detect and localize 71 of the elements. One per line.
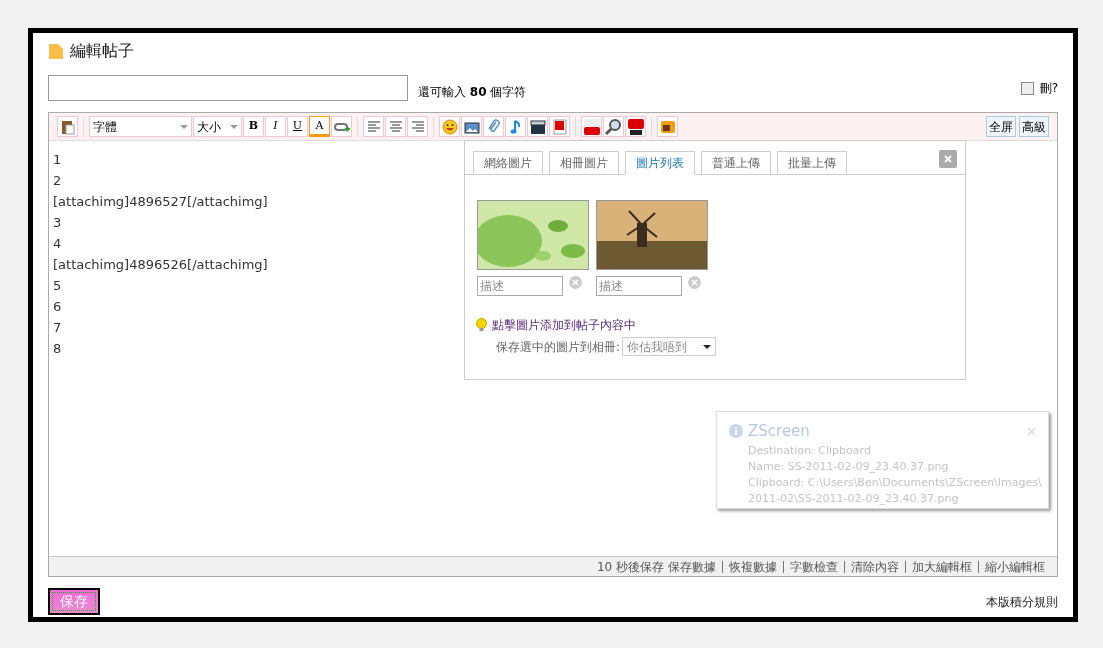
status-link[interactable]: 保存數據 — [668, 557, 716, 576]
close-button[interactable] — [939, 150, 957, 168]
lightbulb-icon — [476, 318, 487, 332]
font-dropdown[interactable]: 字體 — [89, 116, 192, 137]
editor-text-line: 1 — [53, 151, 62, 169]
link-icon[interactable] — [331, 116, 352, 137]
editor-text-line: [attachimg]4896527[/attachimg] — [53, 193, 268, 211]
music-note-icon[interactable] — [505, 116, 526, 137]
notification-text: Clipboard: C:\Users\Ben\Documents\ZScreen\Images\ — [747, 474, 1042, 491]
info-icon — [729, 424, 743, 439]
notification-text: 2011-02\SS-2011-02-09_23.40.37.png — [747, 490, 959, 507]
status-link[interactable]: 清除內容 — [851, 557, 899, 576]
advanced-button[interactable]: 高級 — [1019, 116, 1049, 137]
rules-link[interactable]: 本版積分規則 — [986, 592, 1058, 611]
notification-text: Destination: Clipboard — [747, 442, 871, 459]
description-field[interactable]: 描述 — [477, 276, 563, 296]
image-icon[interactable] — [461, 116, 482, 137]
paste-icon[interactable] — [57, 116, 78, 137]
close-icon — [943, 154, 953, 164]
description-field[interactable]: 描述 — [596, 276, 682, 296]
editor-text-line: 7 — [53, 319, 62, 337]
status-link[interactable]: 加大編輯框 — [912, 557, 972, 576]
video-logo-icon[interactable] — [581, 116, 602, 137]
magnifier-icon[interactable] — [603, 116, 624, 137]
panel-tab[interactable]: 網絡圖片 — [473, 151, 543, 175]
autosave-text: 10 秒後保存 — [596, 558, 664, 576]
delete-checkbox[interactable] — [1020, 81, 1034, 95]
status-link[interactable]: 字數檢查 — [790, 557, 838, 576]
align-center-icon[interactable] — [385, 116, 406, 137]
windmill-photo[interactable] — [596, 200, 708, 270]
leaves-photo[interactable] — [477, 200, 589, 270]
fullscreen-button[interactable]: 全屏 — [986, 116, 1016, 137]
editor-text-line: 8 — [53, 340, 62, 358]
editor-text-line: 3 — [53, 214, 62, 232]
hint-text: 點擊圖片添加到帖子內容中 — [492, 317, 636, 334]
editor-text-line: 4 — [53, 235, 62, 253]
align-right-icon[interactable] — [407, 116, 428, 137]
window-icon[interactable] — [657, 116, 678, 137]
editor-text-line: 2 — [53, 172, 62, 190]
caret-icon — [230, 124, 238, 129]
align-left-icon[interactable] — [363, 116, 384, 137]
flash-icon[interactable] — [549, 116, 570, 137]
editor-text-line: 5 — [53, 277, 62, 295]
delete-label: 刪? — [1039, 80, 1058, 97]
caret-icon — [180, 124, 188, 129]
panel-tab[interactable]: 批量上傳 — [777, 151, 847, 175]
italic-button[interactable]: I — [265, 116, 286, 137]
size-dropdown[interactable]: 大小 — [193, 116, 242, 137]
panel-tab[interactable]: 圖片列表 — [625, 151, 695, 175]
editor-text-line: 6 — [53, 298, 62, 316]
notification-title: ZScreen — [748, 421, 810, 442]
status-link[interactable]: 恢複數據 — [729, 557, 777, 576]
bold-button[interactable]: B — [243, 116, 264, 137]
subject-field[interactable] — [48, 75, 408, 101]
panel-tab[interactable]: 普通上傳 — [701, 151, 771, 175]
document-icon — [48, 42, 64, 60]
notification-text: Name: SS-2011-02-09_23.40.37.png — [747, 458, 949, 475]
album-dropdown[interactable]: 你估我唔到 — [622, 337, 717, 356]
underline-button[interactable]: U — [287, 116, 308, 137]
panel-tab[interactable]: 相冊圖片 — [549, 151, 619, 175]
editor-text-line: [attachimg]4896526[/attachimg] — [53, 256, 268, 274]
page-title: 編輯帖子 — [70, 40, 134, 62]
character-counter: 還可輸入 80 個字符 — [418, 84, 527, 101]
film-clapper-icon[interactable] — [527, 116, 548, 137]
video-hd-icon[interactable] — [625, 116, 646, 137]
paperclip-icon[interactable] — [483, 116, 504, 137]
album-label: 保存選中的圖片到相冊: — [496, 338, 621, 356]
status-link[interactable]: 縮小編輯框 — [985, 557, 1045, 576]
caret-icon — [703, 344, 712, 349]
smiley-icon[interactable] — [439, 116, 460, 137]
color-button[interactable]: A — [309, 116, 330, 137]
